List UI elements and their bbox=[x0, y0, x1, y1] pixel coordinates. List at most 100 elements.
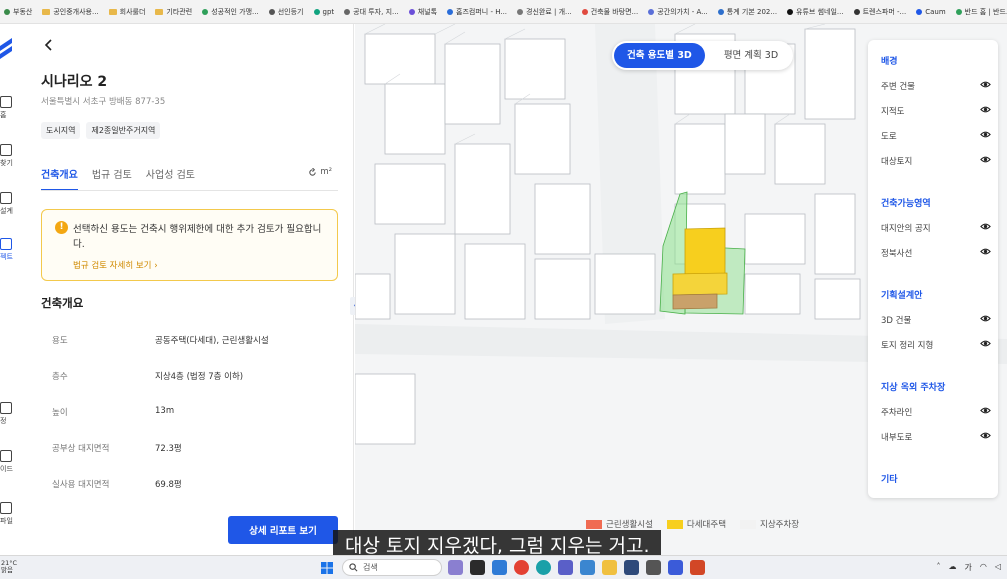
edge-icon[interactable] bbox=[536, 560, 551, 575]
layer-item[interactable]: 3D 건물 bbox=[881, 314, 991, 326]
site-icon bbox=[581, 8, 588, 15]
bookmark-item[interactable]: 선인등기 bbox=[268, 7, 304, 17]
row-key: 용도 bbox=[52, 336, 68, 346]
review-alert: ! 선택하신 용도는 건축시 행위제한에 대한 추가 검토가 필요합니다. 법규… bbox=[41, 209, 338, 281]
layer-item[interactable]: 주차라인 bbox=[881, 406, 991, 418]
bookmark-item[interactable]: 건축물 바탕면... bbox=[581, 7, 638, 17]
layer-item[interactable]: 대지안의 공지 bbox=[881, 222, 991, 234]
bookmark-item[interactable]: 부동산 bbox=[4, 7, 32, 17]
legend-item: 지상주차장 bbox=[740, 518, 799, 530]
rail-item[interactable]: 파일 bbox=[0, 502, 20, 526]
os-taskbar: 21°C 맑음 검색 ˄ ☁ 가 ◠ ◁ bbox=[0, 555, 1007, 579]
chrome-icon[interactable] bbox=[514, 560, 529, 575]
unit-label: m² bbox=[320, 167, 332, 177]
site-icon bbox=[408, 8, 415, 15]
eye-icon[interactable] bbox=[980, 405, 991, 416]
bookmark-item[interactable]: 통계 기본 202... bbox=[717, 7, 777, 17]
settings-icon[interactable] bbox=[646, 560, 661, 575]
app-icon[interactable] bbox=[558, 560, 573, 575]
ime-indicator[interactable]: 가 bbox=[964, 562, 971, 573]
bookmark-item[interactable]: 기타관련 bbox=[155, 7, 192, 17]
app-icon[interactable] bbox=[624, 560, 639, 575]
back-arrow-icon[interactable] bbox=[42, 38, 56, 52]
site-icon bbox=[447, 8, 454, 15]
bookmark-item[interactable]: 성공적인 가맹... bbox=[202, 7, 259, 17]
layer-item[interactable]: 정북사선 bbox=[881, 247, 991, 259]
legend-swatch bbox=[586, 519, 602, 529]
layer-item[interactable]: 지적도 bbox=[881, 105, 991, 117]
app-icon[interactable] bbox=[470, 560, 485, 575]
bookmark-item[interactable]: 홈즈컴퍼니 - H... bbox=[447, 7, 507, 17]
bookmark-item[interactable]: 회사룰더 bbox=[108, 7, 146, 17]
bookmark-label: gpt bbox=[322, 7, 335, 16]
layer-item[interactable]: 내부도로 bbox=[881, 431, 991, 443]
bookmark-item[interactable]: 공인중개사용... bbox=[42, 7, 99, 17]
alert-message: 선택하신 용도는 건축시 행위제한에 대한 추가 검토가 필요합니다. bbox=[73, 224, 322, 250]
unit-toggle[interactable]: m² bbox=[308, 167, 332, 177]
bookmark-item[interactable]: Caum bbox=[916, 8, 946, 16]
detail-report-button[interactable]: 상세 리포트 보기 bbox=[228, 516, 338, 544]
bookmark-item[interactable]: 공간의가치 - A... bbox=[648, 7, 708, 17]
layer-item[interactable]: 도로 bbox=[881, 130, 991, 142]
rail-item[interactable]: 설계 bbox=[0, 192, 20, 216]
rail-item[interactable]: 이드 bbox=[0, 450, 20, 474]
eye-icon[interactable] bbox=[980, 338, 991, 349]
bookmark-label: 회사룰더 bbox=[119, 7, 146, 16]
taskbar-search[interactable]: 검색 bbox=[342, 559, 442, 576]
app-icon[interactable] bbox=[668, 560, 683, 575]
windows-start-icon[interactable] bbox=[321, 562, 333, 574]
rail-item[interactable]: 홈 bbox=[0, 96, 20, 120]
powerpoint-icon[interactable] bbox=[690, 560, 705, 575]
eye-icon[interactable] bbox=[980, 129, 991, 140]
eye-icon[interactable] bbox=[980, 246, 991, 257]
brand-logo-icon[interactable] bbox=[0, 38, 14, 64]
tab-building-overview[interactable]: 건축개요 bbox=[41, 166, 78, 191]
layer-item[interactable]: 대상토지 bbox=[881, 155, 991, 167]
layer-item[interactable]: 주변 건물 bbox=[881, 80, 991, 92]
bookmark-item[interactable]: 경신완료 | 개... bbox=[517, 7, 572, 17]
site-icon bbox=[344, 8, 351, 15]
layer-item-label: 주변 건물 bbox=[881, 82, 915, 92]
layer-item[interactable]: 토지 정리 지형 bbox=[881, 339, 991, 351]
tabs-divider bbox=[41, 190, 338, 191]
alert-link[interactable]: 법규 검토 자세히 보기 › bbox=[73, 259, 158, 271]
bookmark-item[interactable]: 트렌스파머 -... bbox=[853, 7, 906, 17]
app-icon[interactable] bbox=[448, 560, 463, 575]
site-icon bbox=[313, 8, 320, 15]
bookmark-item[interactable]: gpt bbox=[313, 7, 335, 16]
bookmark-item[interactable]: 공대 투자, 지... bbox=[344, 7, 399, 17]
bookmark-item[interactable]: 유튜브 썸네일... bbox=[787, 7, 844, 17]
layer-item-label: 대지안의 공지 bbox=[881, 224, 931, 234]
speaker-icon[interactable]: ◁ bbox=[995, 562, 1001, 573]
eye-icon[interactable] bbox=[980, 313, 991, 324]
tab-regulation-review[interactable]: 법규 검토 bbox=[92, 166, 132, 191]
bookmark-item[interactable]: 반드 홈 | 반드... bbox=[955, 7, 1007, 17]
eye-icon[interactable] bbox=[980, 104, 991, 115]
rail-item[interactable]: 찾기 bbox=[0, 144, 20, 168]
chevron-up-icon[interactable]: ˄ bbox=[936, 562, 940, 573]
mode-3d-by-use[interactable]: 건축 용도별 3D bbox=[614, 43, 705, 68]
bookmark-item[interactable]: 채널톡 bbox=[408, 7, 437, 17]
wifi-icon[interactable]: ◠ bbox=[980, 562, 987, 573]
mode-floor-plan-3d[interactable]: 평면 계획 3D bbox=[711, 43, 791, 68]
legend-item: 근린생활시설 bbox=[586, 518, 653, 530]
bookmark-label: 유튜브 썸네일... bbox=[796, 7, 844, 16]
app-icon[interactable] bbox=[492, 560, 507, 575]
rail-item-label: 홈 bbox=[0, 111, 7, 119]
rail-item[interactable]: 젝트 bbox=[0, 238, 20, 262]
eye-icon[interactable] bbox=[980, 154, 991, 165]
eye-icon[interactable] bbox=[980, 221, 991, 232]
app-icon[interactable] bbox=[580, 560, 595, 575]
layer-group-title: 기타 bbox=[881, 475, 898, 485]
tab-feasibility-review[interactable]: 사업성 검토 bbox=[146, 166, 195, 191]
home-icon bbox=[0, 96, 12, 108]
rail-item[interactable]: 정 bbox=[0, 402, 20, 426]
eye-icon[interactable] bbox=[980, 430, 991, 441]
weather-widget[interactable]: 21°C 맑음 bbox=[1, 560, 17, 574]
bookmark-label: 홈즈컴퍼니 - H... bbox=[456, 7, 508, 16]
site-icon bbox=[4, 8, 10, 15]
cloud-icon[interactable]: ☁ bbox=[948, 562, 956, 573]
folder-icon[interactable] bbox=[602, 560, 617, 575]
rail-item-label: 파일 bbox=[0, 517, 13, 525]
eye-icon[interactable] bbox=[980, 79, 991, 90]
